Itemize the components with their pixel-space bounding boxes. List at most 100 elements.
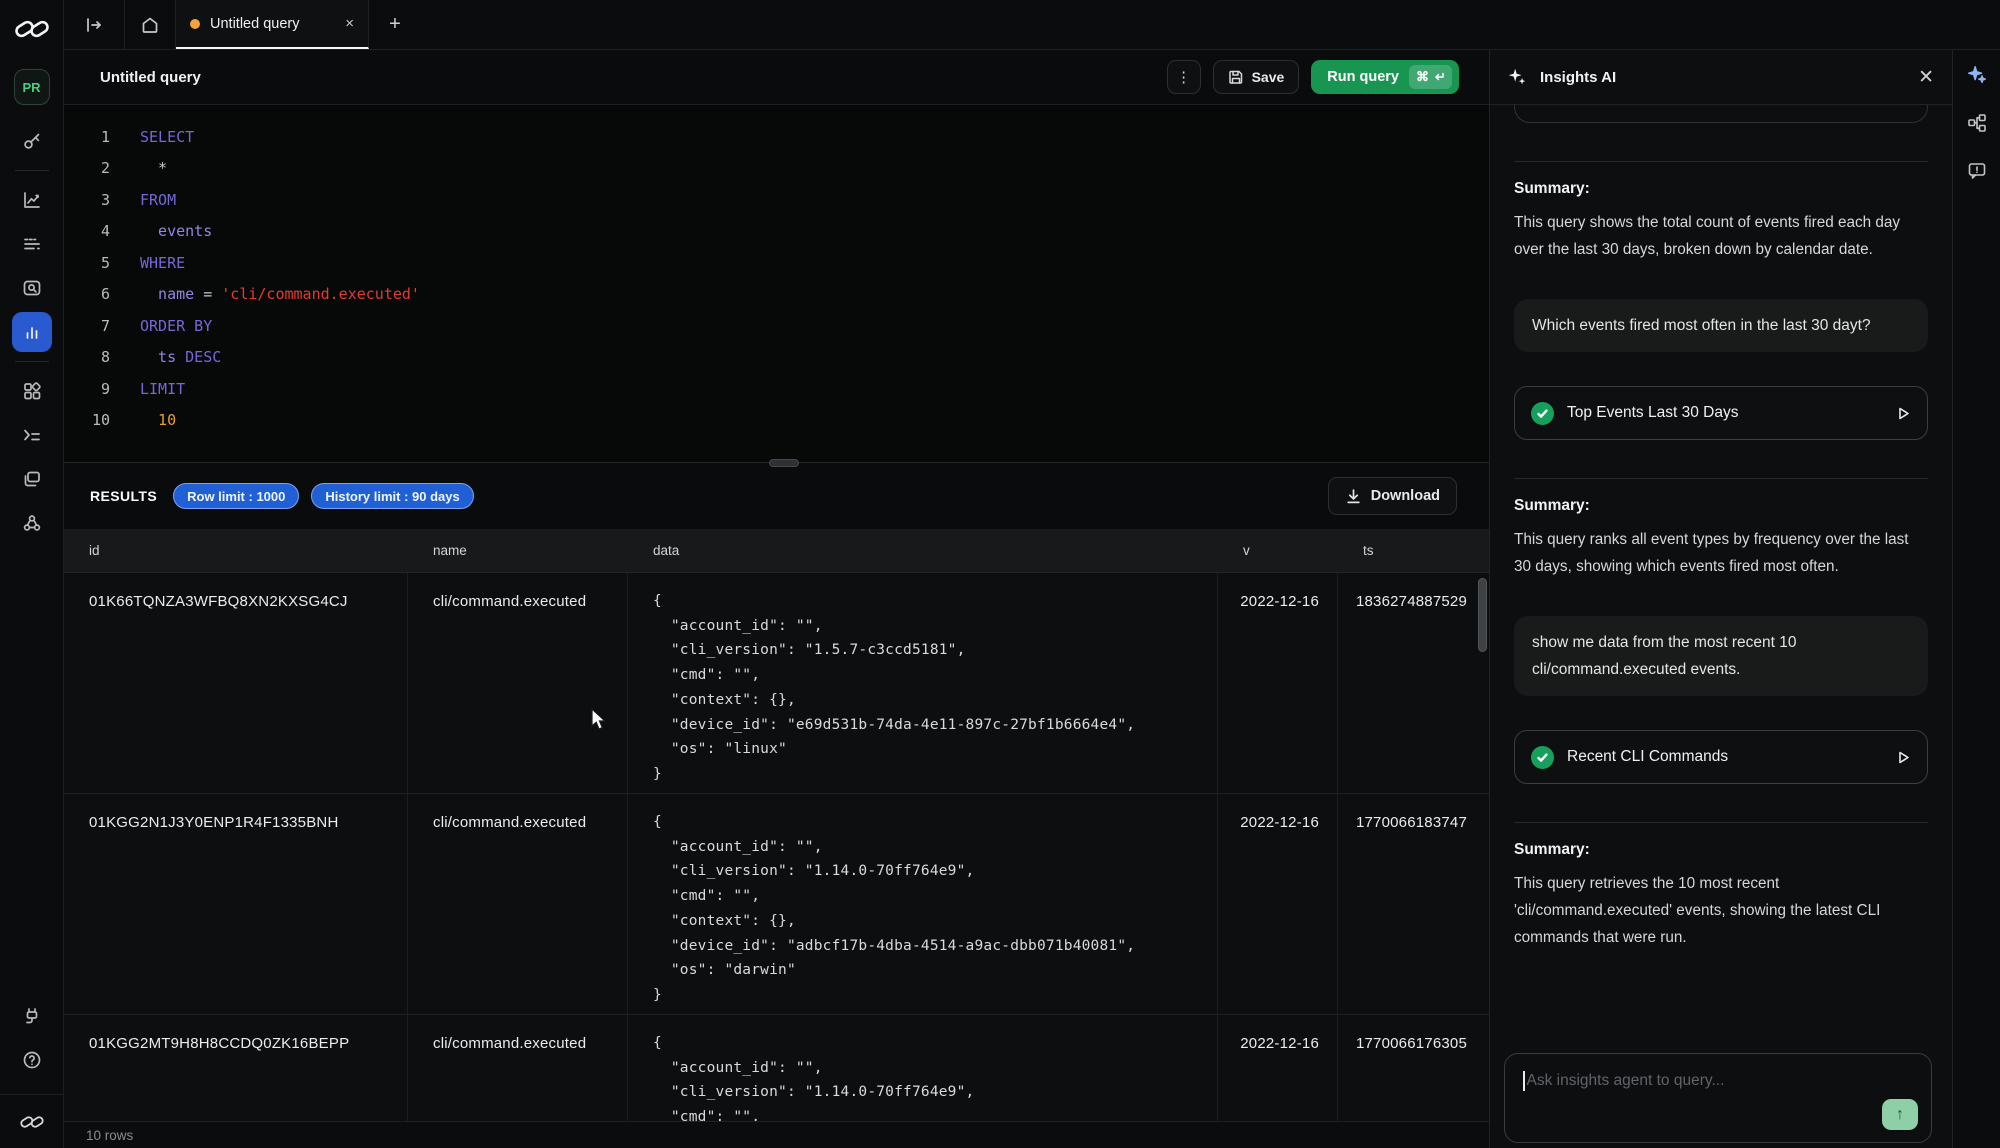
results-table-body: 01K66TQNZA3WFBQ8XN2KXSG4CJ cli/command.e… xyxy=(64,573,1489,1121)
sidebar-bottom xyxy=(0,994,63,1148)
text-caret xyxy=(1523,1071,1525,1091)
download-label: Download xyxy=(1371,488,1440,504)
line-number: 10 xyxy=(84,411,110,429)
workspace-badge[interactable]: PR xyxy=(14,69,50,105)
sql-editor[interactable]: 1 SELECT 2 * 3 FROM 4 events 5 WHERE 6 n… xyxy=(64,105,1489,462)
table-row[interactable]: 01KGG2N1J3Y0ENP1R4F1335BNH cli/command.e… xyxy=(64,794,1489,1015)
search-preview-icon[interactable] xyxy=(12,268,52,308)
save-label: Save xyxy=(1252,69,1285,85)
cell-name: cli/command.executed xyxy=(408,1015,628,1121)
home-icon[interactable] xyxy=(125,0,176,49)
tab-bar: Untitled query × + xyxy=(64,0,2000,50)
insights-ai-rail-icon[interactable] xyxy=(1966,64,1988,86)
editor-line[interactable]: 2 * xyxy=(84,153,1489,185)
plug-icon[interactable] xyxy=(12,996,52,1036)
status-bar: 10 rows xyxy=(64,1121,1489,1148)
tab-close-icon[interactable]: × xyxy=(345,15,354,32)
app-root: PR xyxy=(0,0,2000,1148)
close-icon[interactable]: ✕ xyxy=(1918,66,1934,89)
tab-untitled-query[interactable]: Untitled query × xyxy=(176,0,369,49)
check-circle-icon xyxy=(1531,746,1554,769)
footer-logo-icon xyxy=(18,1113,46,1131)
query-result-card[interactable]: Recent CLI Commands xyxy=(1514,730,1928,784)
row-limit-badge[interactable]: Row limit : 1000 xyxy=(173,483,299,509)
editor-line[interactable]: 3 FROM xyxy=(84,184,1489,216)
rows-list-icon[interactable] xyxy=(12,224,52,264)
bar-chart-nav-icon[interactable] xyxy=(12,312,52,352)
line-number: 6 xyxy=(84,285,110,303)
column-header-ts[interactable]: ts xyxy=(1338,543,1477,558)
editor-line[interactable]: 5 WHERE xyxy=(84,247,1489,279)
more-options-button[interactable]: ⋮ xyxy=(1167,60,1201,94)
splitter-handle[interactable] xyxy=(769,459,799,467)
run-card-icon[interactable] xyxy=(1896,750,1911,765)
card-label: Recent CLI Commands xyxy=(1567,748,1883,766)
chat-windows-icon[interactable] xyxy=(12,459,52,499)
sidebar-divider xyxy=(15,170,49,171)
insights-panel: Insights AI ✕ Summary: This query shows … xyxy=(1490,50,1952,1148)
save-button[interactable]: Save xyxy=(1213,60,1300,94)
card-label: Top Events Last 30 Days xyxy=(1567,404,1883,422)
summary-block: Summary: This query shows the total coun… xyxy=(1514,180,1928,263)
query-result-card[interactable]: Top Events Last 30 Days xyxy=(1514,386,1928,440)
line-number: 3 xyxy=(84,191,110,209)
line-code: ORDER BY xyxy=(140,317,212,335)
webhook-icon[interactable] xyxy=(12,503,52,543)
editor-line[interactable]: 6 name = 'cli/command.executed' xyxy=(84,279,1489,311)
download-button[interactable]: Download xyxy=(1328,477,1457,515)
column-header-v[interactable]: v xyxy=(1218,543,1338,558)
insights-input[interactable]: Ask insights agent to query... ↑ xyxy=(1504,1053,1932,1143)
download-icon xyxy=(1345,488,1362,505)
return-key-icon xyxy=(1433,72,1445,83)
editor-line[interactable]: 8 ts DESC xyxy=(84,342,1489,374)
run-query-button[interactable]: Run query ⌘ xyxy=(1311,60,1459,94)
table-header: id name data v ts xyxy=(64,529,1489,573)
app-logo-icon[interactable] xyxy=(14,16,50,47)
table-row[interactable]: 01K66TQNZA3WFBQ8XN2KXSG4CJ cli/command.e… xyxy=(64,573,1489,794)
column-header-data[interactable]: data xyxy=(628,543,1218,558)
terminal-icon[interactable] xyxy=(12,415,52,455)
keys-icon[interactable] xyxy=(12,121,52,161)
schema-tree-icon[interactable] xyxy=(1966,112,1988,134)
run-shortcut-badge: ⌘ xyxy=(1409,65,1452,89)
history-limit-badge[interactable]: History limit : 90 days xyxy=(311,483,473,509)
pane-splitter xyxy=(64,462,1489,463)
input-placeholder: Ask insights agent to query... xyxy=(1527,1072,1725,1089)
row-count-status: 10 rows xyxy=(86,1128,133,1143)
table-row[interactable]: 01KGG2MT9H8H8CCDQ0ZK16BEPP cli/command.e… xyxy=(64,1015,1489,1121)
editor-line[interactable]: 9 LIMIT xyxy=(84,373,1489,405)
summary-heading: Summary: xyxy=(1514,497,1928,515)
column-header-name[interactable]: name xyxy=(408,543,628,558)
editor-line[interactable]: 7 ORDER BY xyxy=(84,310,1489,342)
new-tab-button[interactable]: + xyxy=(375,0,415,49)
line-number: 2 xyxy=(84,159,110,177)
feedback-icon[interactable] xyxy=(1966,160,1988,182)
help-icon[interactable] xyxy=(12,1040,52,1080)
line-code: SELECT xyxy=(140,128,194,146)
editor-line[interactable]: 10 10 xyxy=(84,405,1489,437)
line-chart-icon[interactable] xyxy=(12,180,52,220)
summary-text: This query retrieves the 10 most recent … xyxy=(1514,870,1928,951)
cell-v: 2022-12-16 xyxy=(1218,794,1338,1014)
sidebar: PR xyxy=(0,0,64,1148)
column-header-id[interactable]: id xyxy=(64,543,408,558)
section-divider xyxy=(1514,161,1928,162)
editor-line[interactable]: 1 SELECT xyxy=(84,121,1489,153)
line-code: FROM xyxy=(140,191,176,209)
send-button[interactable]: ↑ xyxy=(1882,1099,1918,1130)
collapse-sidebar-icon[interactable] xyxy=(64,0,125,49)
run-card-icon[interactable] xyxy=(1896,406,1911,421)
editor-line[interactable]: 4 events xyxy=(84,216,1489,248)
page-title: Untitled query xyxy=(100,69,201,86)
section-divider xyxy=(1514,822,1928,823)
cell-name: cli/command.executed xyxy=(408,573,628,793)
main-wrap: Untitled query × + Untitled query ⋮ Save xyxy=(64,0,2000,1148)
query-header: Untitled query ⋮ Save Run query ⌘ xyxy=(64,50,1489,105)
cell-ts: 1770066176305 xyxy=(1338,1015,1477,1121)
query-panel: Untitled query ⋮ Save Run query ⌘ xyxy=(64,50,1490,1148)
cell-ts: 1836274887529 xyxy=(1338,573,1477,793)
vertical-scrollbar[interactable] xyxy=(1478,578,1487,652)
apps-grid-icon[interactable] xyxy=(12,371,52,411)
summary-text: This query shows the total count of even… xyxy=(1514,209,1928,263)
sidebar-nav xyxy=(12,119,52,545)
